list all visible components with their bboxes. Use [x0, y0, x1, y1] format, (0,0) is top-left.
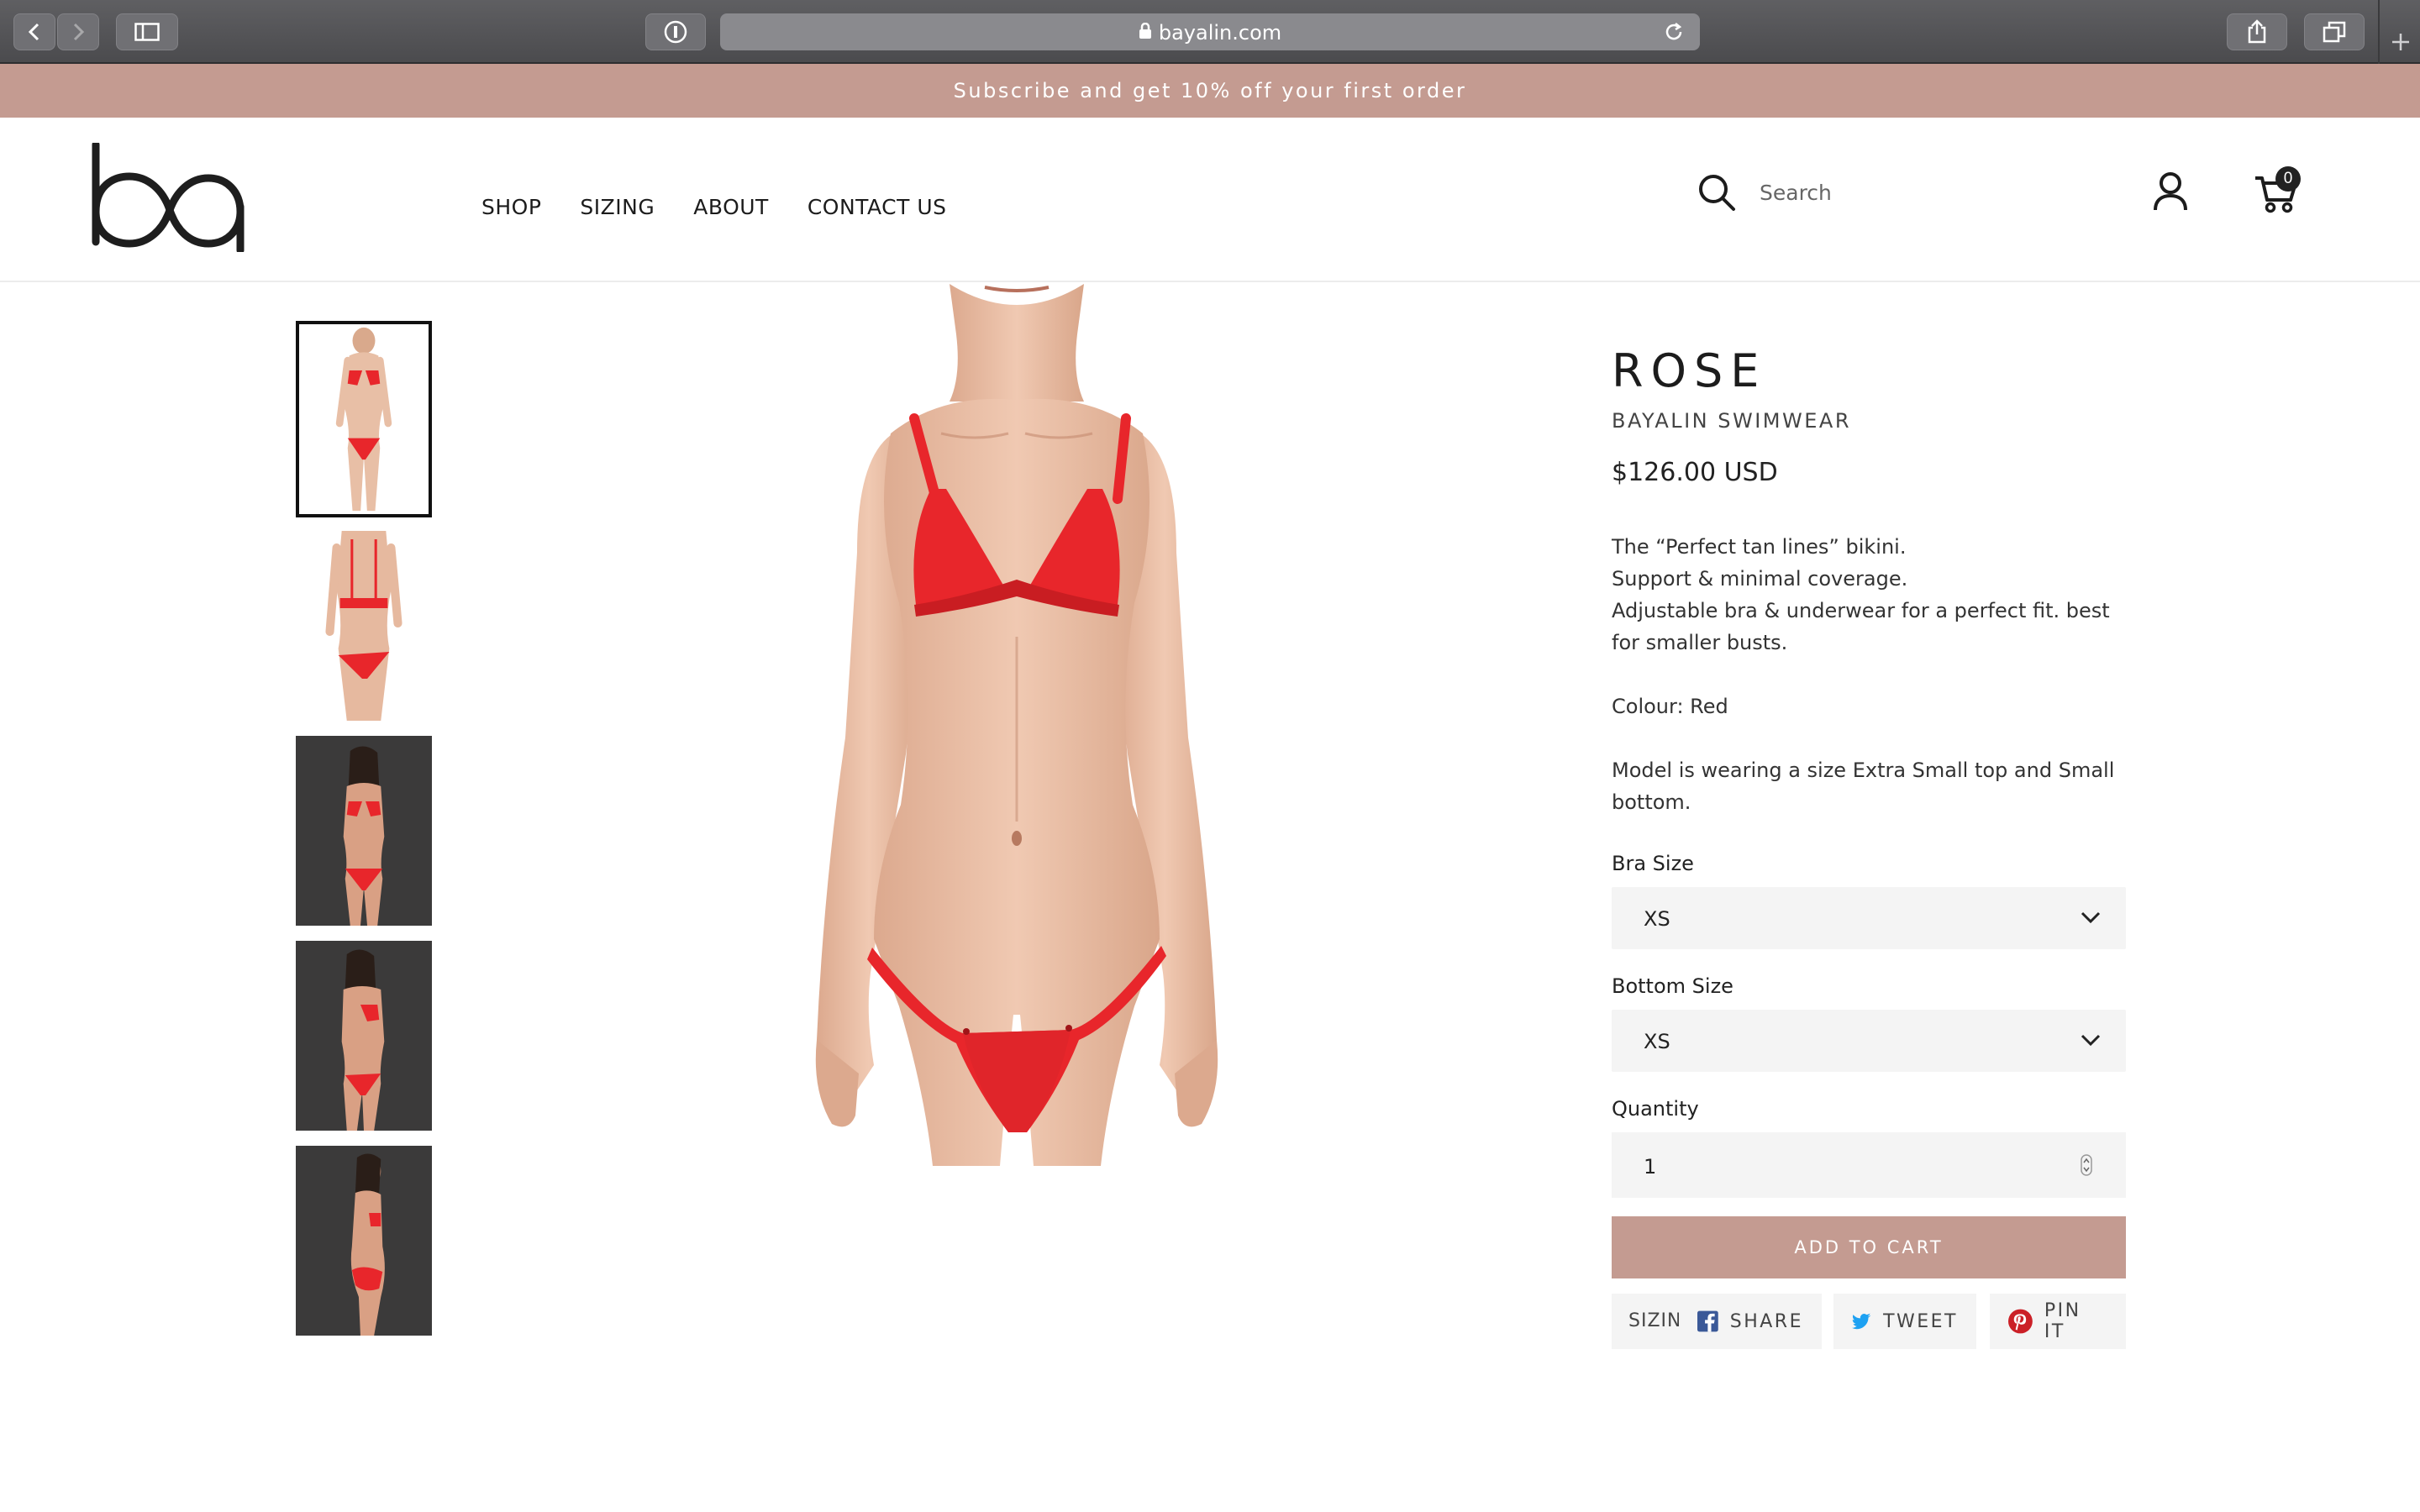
share-icon — [2248, 19, 2266, 44]
tweet-label: TWEET — [1883, 1310, 1958, 1332]
url-display: bayalin.com — [720, 21, 1700, 45]
back-button[interactable] — [13, 13, 55, 50]
product-main-image[interactable] — [765, 284, 1269, 1166]
chevron-down-icon — [2081, 1034, 2101, 1047]
chevron-down-icon — [2081, 911, 2101, 924]
chevron-left-icon — [28, 23, 39, 41]
product-vendor: BAYALIN SWIMWEAR — [1612, 409, 1852, 433]
nav-shop[interactable]: SHOP — [481, 195, 541, 219]
search-form — [1697, 173, 2012, 212]
description-line: Adjustable bra & underwear for a perfect… — [1612, 599, 2110, 654]
model-size-note: Model is wearing a size Extra Small top … — [1612, 759, 2115, 814]
quantity-label: Quantity — [1612, 1097, 1699, 1121]
chevron-right-icon — [73, 23, 85, 41]
pinterest-share-button[interactable]: PIN IT — [1990, 1294, 2126, 1349]
product-description: The “Perfect tan lines” bikini. Support … — [1612, 531, 2126, 818]
main-nav: SHOP SIZING ABOUT CONTACT US — [481, 195, 946, 219]
share-browser-button[interactable] — [2227, 13, 2287, 50]
search-icon[interactable] — [1697, 173, 1736, 212]
lock-icon — [1139, 23, 1151, 39]
sidebar-toggle-button[interactable] — [116, 13, 178, 50]
bottom-size-label: Bottom Size — [1612, 974, 1733, 998]
quantity-stepper[interactable]: 1 — [1612, 1132, 2126, 1198]
promo-banner[interactable]: Subscribe and get 10% off your first ord… — [0, 64, 2420, 118]
bra-size-select[interactable]: XS — [1612, 887, 2126, 949]
bra-size-label: Bra Size — [1612, 852, 1694, 875]
thumbnail-4[interactable] — [296, 941, 432, 1131]
pin-it-label: PIN IT — [2044, 1300, 2081, 1342]
social-share: SIZING SHARE TWEET PIN IT — [1612, 1294, 2126, 1349]
search-input[interactable] — [1760, 180, 2012, 205]
sidebar-icon — [134, 23, 160, 41]
address-bar[interactable]: bayalin.com — [720, 13, 1700, 50]
thumbnail-image — [296, 1146, 432, 1336]
thumbnail-3[interactable] — [296, 736, 432, 926]
thumbnail-image — [296, 736, 432, 926]
thumbnail-1[interactable] — [296, 321, 432, 517]
forward-button[interactable] — [57, 13, 99, 50]
add-to-cart-button[interactable]: ADD TO CART — [1612, 1216, 2126, 1278]
user-icon — [2154, 172, 2187, 211]
url-text: bayalin.com — [1158, 21, 1282, 45]
description-line: Support & minimal coverage. — [1612, 567, 1908, 591]
thumbnail-5[interactable] — [296, 1146, 432, 1336]
share-label: SHARE — [1729, 1310, 1803, 1332]
stepper-arrows-icon[interactable] — [2081, 1154, 2092, 1176]
description-lines: The “Perfect tan lines” bikini. Support … — [1612, 531, 2126, 659]
product-info: ROSE BAYALIN SWIMWEAR $126.00 USD The “P… — [1612, 344, 2126, 1349]
browser-toolbar: bayalin.com — [0, 0, 2420, 64]
bayalin-logo — [92, 140, 245, 255]
quantity-value: 1 — [1644, 1155, 1657, 1179]
facebook-icon — [1697, 1310, 1718, 1332]
promo-text: Subscribe and get 10% off your first ord… — [953, 79, 1467, 102]
nav-contact-us[interactable]: CONTACT US — [808, 195, 947, 219]
bottom-size-value: XS — [1644, 1030, 1670, 1053]
account-link[interactable] — [2153, 171, 2188, 216]
product-title: ROSE — [1612, 344, 1767, 397]
plus-icon — [2392, 34, 2409, 50]
facebook-share-button[interactable]: SHARE — [1679, 1294, 1822, 1349]
sizing-link[interactable]: SIZING — [1612, 1294, 1689, 1349]
thumbnail-2[interactable] — [296, 531, 432, 721]
thumbnail-image — [296, 531, 432, 721]
product-price: $126.00 USD — [1612, 458, 1778, 487]
key-icon — [664, 20, 687, 44]
cart-link[interactable]: 0 — [2254, 166, 2301, 218]
twitter-icon — [1852, 1313, 1871, 1330]
cart-count-badge: 0 — [2275, 166, 2301, 192]
password-manager-button[interactable] — [645, 13, 706, 50]
description-line: The “Perfect tan lines” bikini. — [1612, 535, 1907, 559]
product-colour: Colour: Red — [1612, 695, 1728, 718]
bottom-size-select[interactable]: XS — [1612, 1010, 2126, 1072]
thumbnail-image — [296, 941, 432, 1131]
new-tab-button[interactable] — [2378, 0, 2420, 64]
bra-size-value: XS — [1644, 907, 1670, 931]
tabs-icon — [2323, 21, 2346, 43]
thumbnail-image — [299, 324, 429, 514]
product-photo — [815, 284, 1218, 1166]
pinterest-icon — [2008, 1309, 2033, 1334]
nav-sizing[interactable]: SIZING — [580, 195, 655, 219]
reload-icon[interactable] — [1663, 21, 1685, 43]
twitter-share-button[interactable]: TWEET — [1833, 1294, 1976, 1349]
tabs-overview-button[interactable] — [2304, 13, 2365, 50]
nav-about[interactable]: ABOUT — [693, 195, 769, 219]
site-header: SHOP SIZING ABOUT CONTACT US 0 — [0, 118, 2420, 282]
site-logo[interactable] — [89, 140, 247, 256]
